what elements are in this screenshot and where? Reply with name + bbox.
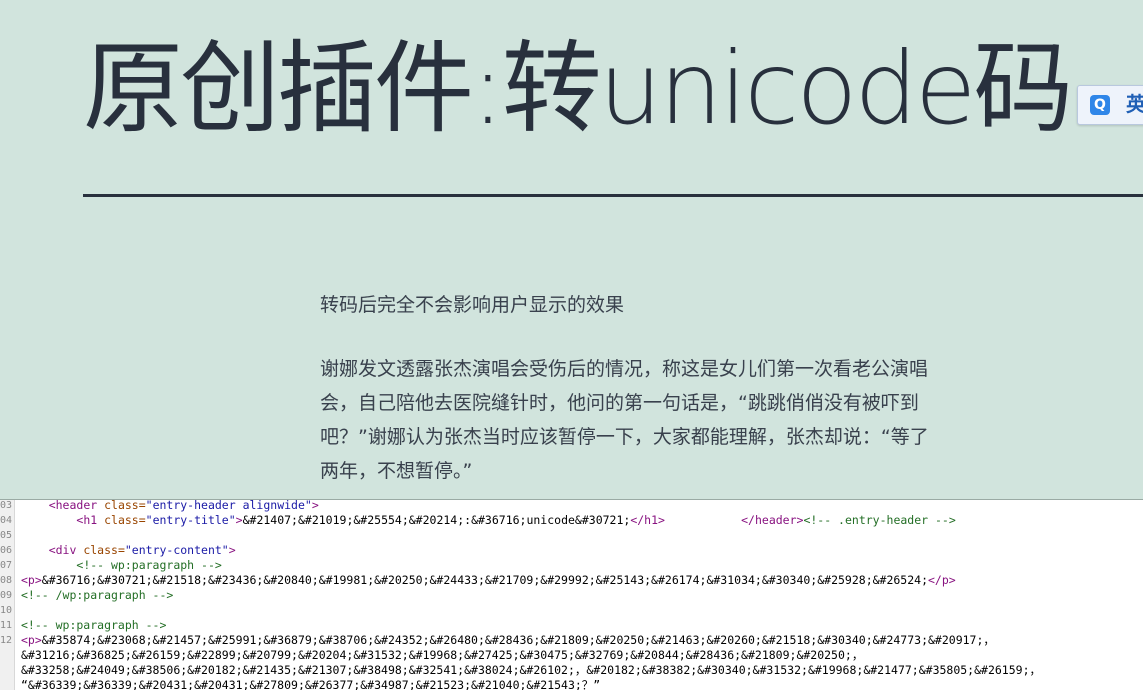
line-number: 09 [0, 590, 13, 601]
code-token: "entry-header alignwide" [145, 500, 312, 512]
code-token: &#36716;&#30721;&#21518;&#23436;&#20840;… [41, 573, 928, 587]
line-number: 12 [0, 635, 13, 646]
code-token: > [235, 513, 243, 527]
line-code: &#33258;&#24049;&#38506;&#20182;&#21435;… [21, 663, 1041, 678]
line-number: 05 [0, 530, 13, 541]
ime-language-toggle[interactable]: 英 [1126, 92, 1143, 116]
code-token: "entry-title" [145, 513, 236, 527]
code-token: &#21407;&#21019;&#25554;&#20214;:&#36716… [242, 513, 631, 527]
code-token: <header [48, 500, 98, 512]
line-number: 07 [0, 560, 13, 571]
line-code: &#31216;&#36825;&#26159;&#22899;&#20799;… [21, 648, 863, 663]
code-token: </h1> [630, 513, 665, 527]
code-token: &#35874;&#23068;&#21457;&#25991;&#36879;… [41, 633, 995, 647]
code-token: > [228, 543, 236, 557]
code-token: &#31216;&#36825;&#26159;&#22899;&#20799;… [21, 648, 864, 662]
ime-logo-icon: Q [1090, 95, 1110, 115]
code-token: <!-- wp:paragraph --> [76, 558, 222, 572]
content-paragraph: 谢娜发文透露张杰演唱会受伤后的情况，称这是女儿们第一次看老公演唱会，自己陪他去医… [320, 358, 929, 482]
code-token: <p> [21, 573, 42, 587]
line-code: <header class="entry-header alignwide"> [21, 500, 319, 513]
code-token: <h1 [76, 513, 98, 527]
line-number: 10 [0, 605, 13, 616]
line-code: “&#36339;&#36339;&#20431;&#20431;&#27809… [21, 678, 600, 690]
line-code: <!-- wp:paragraph --> [21, 558, 222, 573]
page-title: 原创插件:转unicode码 [83, 30, 1073, 147]
page-preview: 原创插件:转unicode码 Q 英 转码后完全不会影响用户显示的效果 谢娜发文… [0, 0, 1143, 500]
code-token: </p> [928, 573, 956, 587]
code-token: &#33258;&#24049;&#38506;&#20182;&#21435;… [21, 663, 1041, 677]
code-token: > [311, 500, 319, 512]
line-code: <!-- /wp:paragraph --> [21, 588, 173, 603]
line-number: 08 [0, 575, 13, 586]
source-code-view[interactable]: 03 <header class="entry-header alignwide… [0, 500, 1143, 690]
code-token: class= [97, 500, 146, 512]
line-code: <p>&#36716;&#30721;&#21518;&#23436;&#208… [21, 573, 956, 588]
line-code: <h1 class="entry-title">&#21407;&#21019;… [21, 513, 956, 528]
line-number: 04 [0, 515, 13, 526]
line-number: 11 [0, 620, 13, 631]
code-token: <div [48, 543, 77, 557]
code-token: <!-- .entry-header --> [803, 513, 956, 527]
ime-toolbar[interactable]: Q 英 [1077, 85, 1143, 125]
code-token: class= [97, 513, 146, 527]
code-token: "entry-content" [124, 543, 229, 557]
code-token: </header> [741, 513, 804, 527]
code-token: <!-- /wp:paragraph --> [21, 588, 174, 602]
line-number: 03 [0, 500, 13, 511]
code-token: class= [76, 543, 125, 557]
line-code: <div class="entry-content"> [21, 543, 236, 558]
content-paragraph: 转码后完全不会影响用户显示的效果 [320, 294, 625, 316]
line-number: 06 [0, 545, 13, 556]
line-code: <p>&#35874;&#23068;&#21457;&#25991;&#368… [21, 633, 995, 648]
line-code: <!-- wp:paragraph --> [21, 618, 166, 633]
title-divider [83, 194, 1143, 197]
code-token: <p> [21, 633, 42, 647]
code-token: <!-- wp:paragraph --> [21, 618, 167, 632]
code-token: “&#36339;&#36339;&#20431;&#20431;&#27809… [21, 678, 601, 690]
